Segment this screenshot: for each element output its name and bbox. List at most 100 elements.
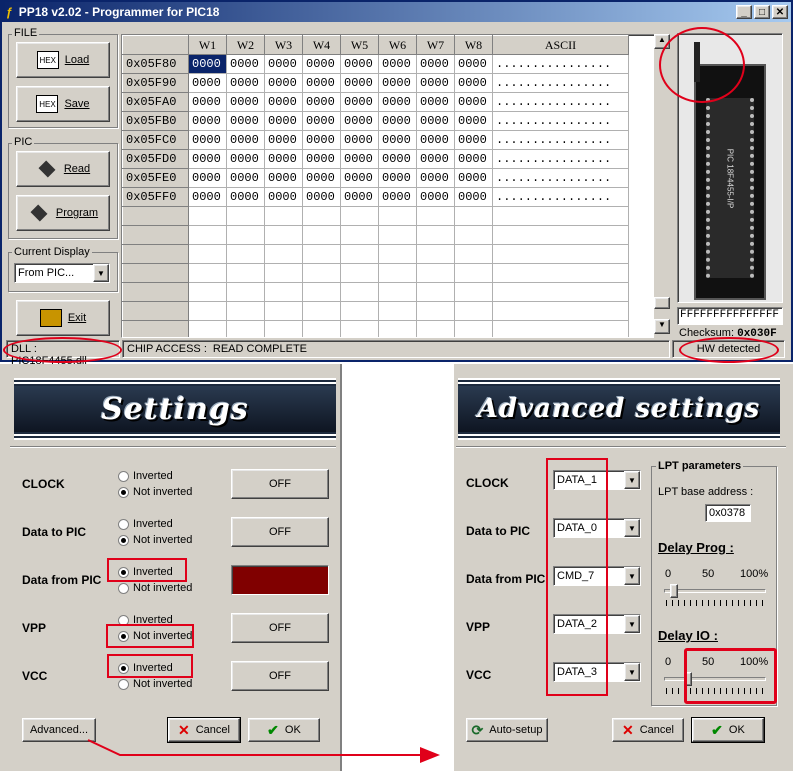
chevron-down-icon[interactable]: ▼ [624,567,640,585]
data-cell[interactable]: 0000 [454,130,493,150]
data-cell[interactable]: 0000 [340,149,379,169]
radio-dot-icon[interactable] [118,534,129,546]
data-cell[interactable]: 0000 [188,149,227,169]
data-cell[interactable]: 0000 [378,92,417,112]
scroll-thumb[interactable] [654,297,670,309]
program-button[interactable]: Program [16,195,110,231]
data-cell[interactable] [188,282,227,302]
data-cell[interactable] [226,320,265,337]
chevron-down-icon[interactable]: ▼ [624,663,640,681]
data-cell[interactable] [454,301,493,321]
data-cell[interactable] [264,244,303,264]
data-cell[interactable]: 0000 [340,92,379,112]
data-cell[interactable]: 0000 [226,92,265,112]
data-cell[interactable] [340,225,379,245]
data-cell[interactable] [188,244,227,264]
data-cell[interactable]: 0000 [378,130,417,150]
data-cell[interactable]: 0000 [226,187,265,207]
data-cell[interactable]: 0000 [264,149,303,169]
data-cell[interactable]: 0000 [264,111,303,131]
radio-dot-icon[interactable] [118,582,129,594]
data-cell[interactable] [492,225,629,245]
data-cell[interactable]: 0000 [188,130,227,150]
data-cell[interactable] [340,320,379,337]
data-cell[interactable] [378,263,417,283]
radio-not-inverted[interactable]: Not inverted [118,484,192,500]
data-cell[interactable]: 0000 [264,187,303,207]
data-cell[interactable]: 0000 [302,92,341,112]
data-cell[interactable]: 0000 [416,92,455,112]
data-cell[interactable]: 0000 [454,149,493,169]
data-cell[interactable]: 0000 [188,73,227,93]
data-cell[interactable] [302,244,341,264]
data-cell[interactable] [492,320,629,337]
lpt-base-input[interactable]: 0x0378 [705,504,751,522]
data-cell[interactable] [188,225,227,245]
data-cell[interactable]: 0000 [378,73,417,93]
radio-dot-icon[interactable] [118,518,129,530]
data-cell[interactable] [226,244,265,264]
data-cell[interactable]: 0000 [188,168,227,188]
maximize-button[interactable]: □ [754,5,770,19]
data-cell[interactable] [226,282,265,302]
data-cell[interactable] [302,301,341,321]
data-cell[interactable] [226,301,265,321]
hex-grid[interactable]: W1 W2 W3 W4 W5 W6 W7 W8 ASCII 0x05F80 0000 0000 0000… [121,34,669,338]
data-cell[interactable]: 0000 [226,130,265,150]
data-cell[interactable] [492,206,629,226]
data-cell[interactable] [492,301,629,321]
data-cell[interactable]: 0000 [226,54,265,74]
display-select[interactable]: From PIC... ▼ [14,263,110,283]
data-cell[interactable]: 0000 [302,73,341,93]
data-cell[interactable]: 0000 [302,130,341,150]
data-cell[interactable] [302,225,341,245]
exit-button[interactable]: Exit [16,300,110,336]
data-cell[interactable]: 0000 [416,149,455,169]
data-cell[interactable] [492,263,629,283]
chevron-down-icon[interactable]: ▼ [93,264,109,282]
toggle-button[interactable]: OFF [231,469,329,499]
data-cell[interactable]: 0000 [302,111,341,131]
data-cell[interactable]: 0000 [340,130,379,150]
data-cell[interactable] [302,320,341,337]
data-cell[interactable]: 0000 [454,54,493,74]
data-cell[interactable] [264,282,303,302]
data-cell[interactable]: 0000 [340,111,379,131]
data-cell[interactable] [340,282,379,302]
data-cell[interactable] [340,301,379,321]
data-cell[interactable] [340,263,379,283]
delay-prog-track[interactable] [664,589,766,593]
data-cell[interactable] [416,263,455,283]
data-cell[interactable] [226,225,265,245]
radio-not-inverted[interactable]: Not inverted [118,676,192,692]
data-cell[interactable]: 0000 [188,54,227,74]
data-cell[interactable]: 0000 [264,54,303,74]
toggle-button[interactable]: OFF [231,517,329,547]
radio-dot-icon[interactable] [118,470,129,482]
scroll-down-button[interactable]: ▼ [654,319,670,334]
data-cell[interactable]: 0000 [416,130,455,150]
chevron-down-icon[interactable]: ▼ [624,471,640,489]
radio-inverted[interactable]: Inverted [118,516,173,532]
data-cell[interactable] [416,244,455,264]
toggle-button[interactable]: OFF [231,661,329,691]
data-cell[interactable]: 0000 [340,187,379,207]
data-cell[interactable]: 0000 [264,168,303,188]
data-cell[interactable]: 0000 [454,111,493,131]
data-cell[interactable] [454,282,493,302]
radio-not-inverted[interactable]: Not inverted [118,580,192,596]
data-cell[interactable] [378,206,417,226]
minimize-button[interactable]: _ [736,5,752,19]
data-cell[interactable] [454,206,493,226]
data-cell[interactable] [378,244,417,264]
read-button[interactable]: Read [16,151,110,187]
data-cell[interactable] [378,282,417,302]
data-cell[interactable]: 0000 [188,92,227,112]
data-cell[interactable] [416,282,455,302]
toggle-button[interactable] [231,565,329,595]
save-button[interactable]: HEX Save [16,86,110,122]
data-cell[interactable]: 0000 [226,149,265,169]
data-cell[interactable]: 0000 [264,73,303,93]
data-cell[interactable]: 0000 [378,168,417,188]
data-cell[interactable] [264,301,303,321]
